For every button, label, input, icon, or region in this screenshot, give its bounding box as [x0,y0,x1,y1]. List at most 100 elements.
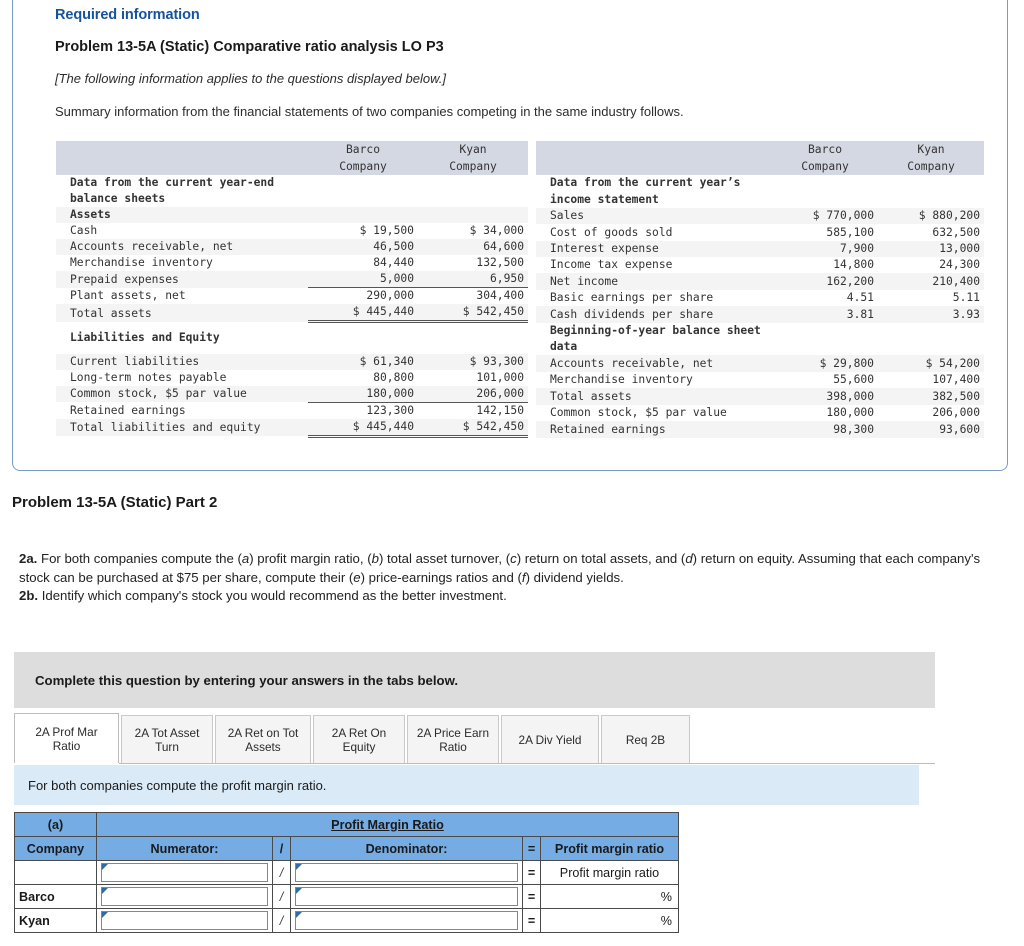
row-value-barco: 180,000 [826,406,874,420]
tab-2a-ret-on-equity[interactable]: 2A Ret On Equity [313,715,405,763]
tab-2a-price-earn-ratio[interactable]: 2A Price Earn Ratio [407,715,499,763]
row-label: Sales [536,207,772,225]
blank-cell [418,330,528,346]
row-label: Long-term notes payable [70,370,227,384]
row-value-kyan: 5.11 [952,291,980,305]
denominator-cell-barco[interactable] [290,884,523,909]
numerator-cell-0[interactable] [96,860,273,885]
row-label: Cash [70,224,98,237]
page-root: Required information Problem 13-5A (Stat… [0,0,1024,946]
header-barco: Barco [308,141,418,158]
total-liabilities-barco: $ 445,440 [308,418,418,438]
row-label: Accounts receivable, net [536,355,772,372]
table-row: Cash $ 19,500 $ 34,000 [56,223,528,239]
col-header-result: Profit margin ratio [540,836,679,861]
row-value-barco: $ 61,340 [308,353,418,370]
numerator-input-barco[interactable] [101,887,268,906]
row-value-barco: 80,800 [373,370,414,384]
row-value-barco: $ 29,800 [772,355,878,372]
row-label: Common stock, $5 par value [56,385,308,402]
row-value-barco: 14,800 [833,258,874,272]
row-value-barco: 585,100 [826,225,874,239]
summary-line: Summary information from the financial s… [55,104,684,119]
header-kyan-company: Company [878,158,984,175]
boy-title-line2: data [550,340,578,354]
ratio-title: Profit Margin Ratio [96,812,679,837]
table-row: Accounts receivable, net $ 29,800 $ 54,2… [536,355,984,372]
table-row: Plant assets, net 290,000 304,400 [56,287,528,304]
row-value-kyan: 382,500 [878,388,984,405]
part-label: (a) [14,812,97,837]
row-value-kyan: 24,300 [939,258,980,272]
row-label: Current liabilities [56,353,308,370]
balance-sheet-table: Barco Kyan Company Company Data from the… [56,141,528,438]
total-liabilities-label: Total liabilities and equity [56,418,308,436]
total-assets-label: Total assets [56,304,308,322]
table-row: Merchandise inventory 55,600 107,400 [536,372,984,388]
table-header-row-2: Company Company [536,158,984,175]
row-value-barco: 4.51 [846,291,874,305]
denominator-input-0[interactable] [295,863,518,882]
denominator-input-kyan[interactable] [295,911,518,930]
numerator-input-0[interactable] [101,863,268,882]
tab-2a-div-yield[interactable]: 2A Div Yield [501,715,599,763]
col-header-denominator: Denominator: [290,836,523,861]
blank-cell [308,191,418,207]
tab-2a-prof-mar-ratio[interactable]: 2A Prof Mar Ratio [14,713,119,763]
q2a-label: 2a. [19,551,38,566]
table-row: Common stock, $5 par value 180,000 206,0… [56,385,528,402]
denominator-cell-kyan[interactable] [290,908,523,933]
applies-note: [The following information applies to th… [55,71,446,86]
boy-title-line1: Beginning-of-year balance sheet [550,324,761,338]
col-header-company: Company [14,836,97,861]
row-value-kyan: 206,000 [932,406,980,420]
row-label: Merchandise inventory [70,256,213,269]
balance-sheet-body: Data from the current year-end balance s… [56,175,528,438]
section-title-line2: balance sheets [70,192,166,205]
row-company-kyan: Kyan [14,908,97,933]
income-statement-table: Barco Kyan Company Company Data from the… [536,141,984,438]
tab-2a-tot-asset-turn[interactable]: 2A Tot Asset Turn [121,715,213,763]
numerator-input-kyan[interactable] [101,911,268,930]
tab-2a-ret-on-tot-assets[interactable]: 2A Ret on Tot Assets [215,715,311,763]
blank-cell [772,339,878,355]
answer-body: / = Profit margin ratio Barco / = % Kyan [14,860,679,933]
liabilities-header-row: Liabilities and Equity [56,330,528,346]
header-barco-company: Company [772,158,878,175]
table-row: Retained earnings 98,300 93,600 [536,421,984,438]
numerator-cell-kyan[interactable] [96,908,273,933]
row-value-barco: 3.81 [772,306,878,323]
row-value-kyan: 632,500 [932,225,980,239]
spacer [418,346,528,354]
row-label: Cost of goods sold [550,225,673,239]
row-value-kyan: 210,400 [878,273,984,290]
table-row: Prepaid expenses 5,000 6,950 [56,271,528,288]
instruction-banner: Complete this question by entering your … [14,652,935,708]
table-row: Current liabilities $ 61,340 $ 93,300 [56,353,528,370]
row-value-barco: 5,000 [308,271,418,288]
table-row: Merchandise inventory 84,440 132,500 [56,255,528,271]
q2a-italic-d: d [685,551,693,566]
tab-req-2b[interactable]: Req 2B [601,715,690,763]
denominator-cell-0[interactable] [290,860,523,885]
row-label: Accounts receivable, net [56,239,308,255]
total-assets-kyan: $ 542,450 [418,304,528,323]
blank-cell [418,191,528,207]
header-barco: Barco [772,141,878,158]
table-row: Cost of goods sold 585,100 632,500 [536,224,984,240]
row-value-barco: 180,000 [308,385,418,402]
spacer [308,346,418,354]
header-barco-company: Company [308,158,418,175]
row-value-barco: 7,900 [772,240,878,258]
income-statement-body: Data from the current year’s income stat… [536,175,984,438]
table-header-row: Barco Kyan [536,141,984,158]
table-row: Common stock, $5 par value 180,000 206,0… [536,405,984,421]
row-label: Basic earnings per share [550,291,714,305]
result-label-0: Profit margin ratio [540,860,679,885]
denominator-input-barco[interactable] [295,887,518,906]
numerator-cell-barco[interactable] [96,884,273,909]
row-value-barco: 398,000 [772,388,878,405]
blank-cell [308,175,418,191]
answer-header-row-2: Company Numerator: / Denominator: = Prof… [14,836,679,861]
section-title-row-2: balance sheets [56,191,528,207]
